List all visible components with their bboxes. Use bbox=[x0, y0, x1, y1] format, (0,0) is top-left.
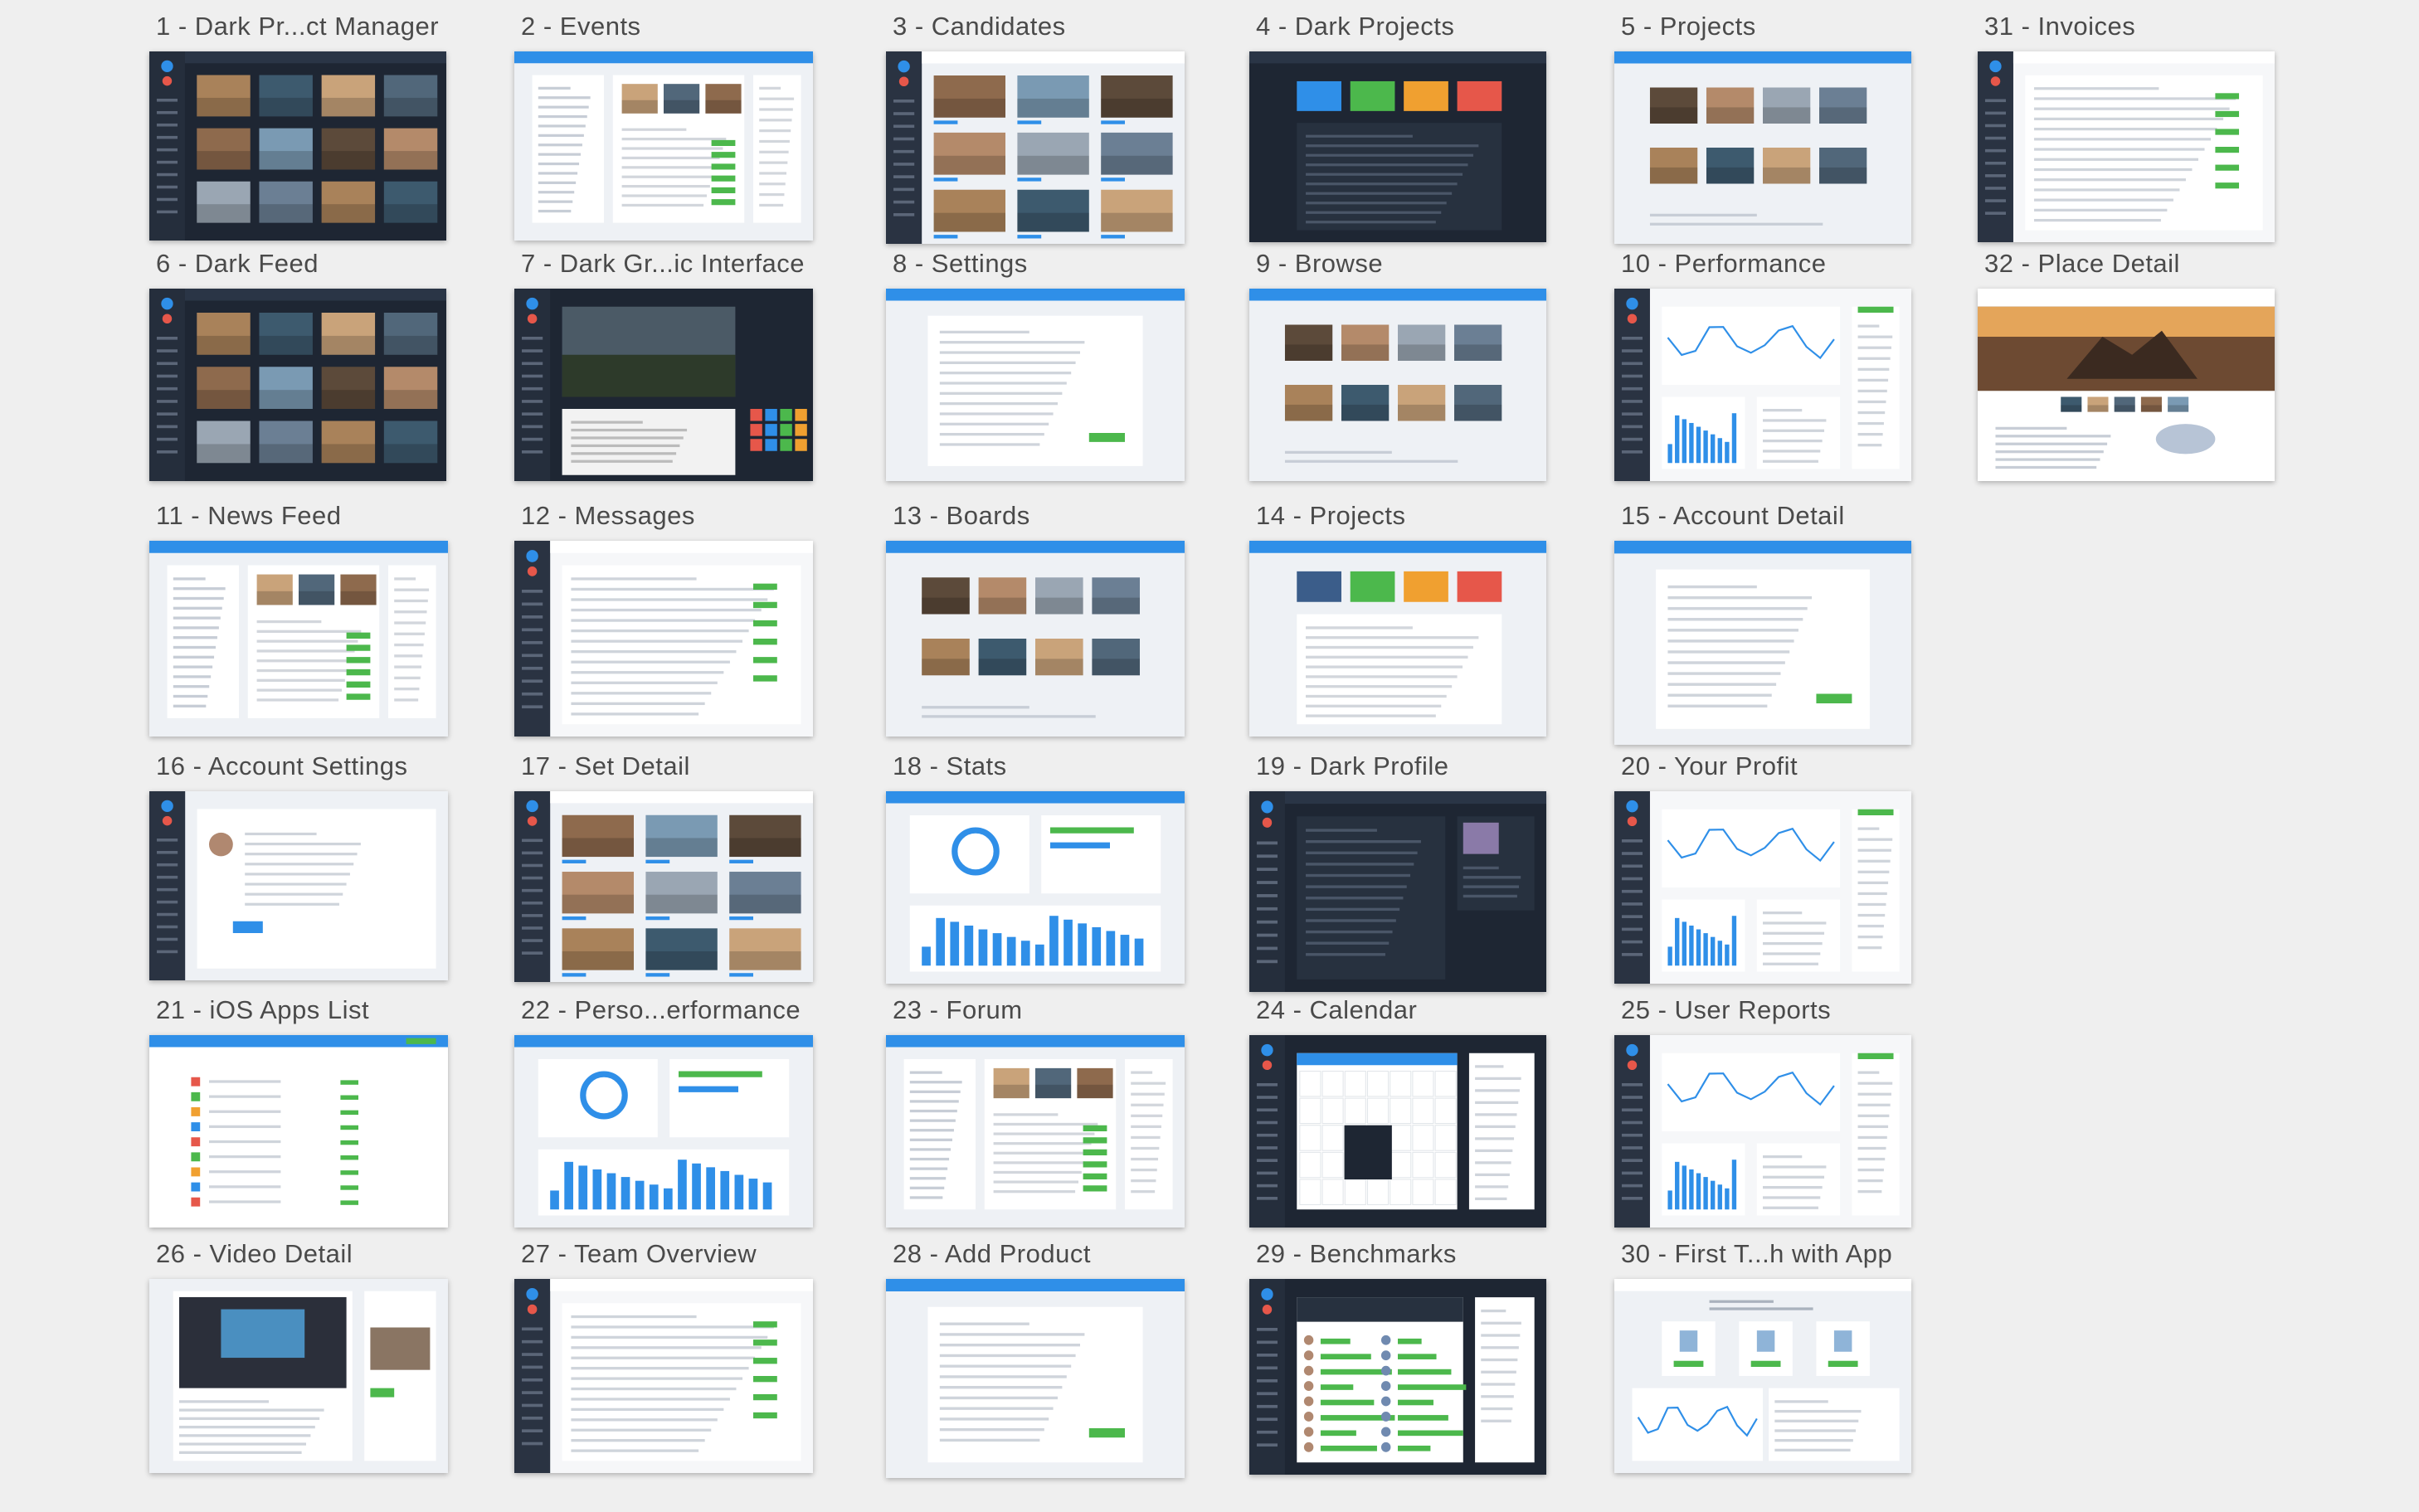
artboard-thumbnail[interactable] bbox=[514, 541, 813, 737]
artboard-thumbnail[interactable] bbox=[1614, 791, 1911, 984]
thumbnail-art bbox=[514, 51, 813, 241]
artboard-thumbnail[interactable] bbox=[1978, 289, 2275, 481]
thumbnail-art bbox=[1249, 51, 1546, 242]
artboard-thumbnail[interactable] bbox=[886, 541, 1185, 737]
thumbnail-art bbox=[1978, 289, 2275, 481]
artboard-title[interactable]: 30 - First T...h with App bbox=[1621, 1236, 1892, 1272]
thumbnail-art bbox=[149, 51, 446, 241]
thumbnail-art bbox=[514, 541, 813, 737]
artboard-title[interactable]: 25 - User Reports bbox=[1621, 992, 1831, 1028]
artboard-thumbnail[interactable] bbox=[1249, 51, 1546, 242]
artboard-thumbnail[interactable] bbox=[514, 1035, 813, 1228]
artboard-title[interactable]: 27 - Team Overview bbox=[521, 1236, 757, 1272]
thumbnail-art bbox=[149, 791, 448, 980]
artboard-title[interactable]: 26 - Video Detail bbox=[156, 1236, 353, 1272]
artboard-thumbnail[interactable] bbox=[886, 791, 1185, 984]
artboard-title[interactable]: 24 - Calendar bbox=[1256, 992, 1417, 1028]
artboard-thumbnail[interactable] bbox=[149, 51, 446, 241]
artboard-thumbnail[interactable] bbox=[1249, 1279, 1546, 1475]
artboard-title[interactable]: 8 - Settings bbox=[893, 246, 1028, 282]
thumbnail-art bbox=[1614, 51, 1911, 244]
thumbnail-art bbox=[1614, 1035, 1911, 1228]
thumbnail-art bbox=[886, 1035, 1185, 1228]
artboard-thumbnail[interactable] bbox=[1249, 791, 1546, 992]
artboard-title[interactable]: 1 - Dark Pr...ct Manager bbox=[156, 8, 439, 45]
artboard-title[interactable]: 29 - Benchmarks bbox=[1256, 1236, 1457, 1272]
thumbnail-art bbox=[1614, 1279, 1911, 1473]
artboard-thumbnail[interactable] bbox=[1614, 289, 1911, 481]
artboard-thumbnail[interactable] bbox=[149, 791, 448, 980]
artboard-thumbnail[interactable] bbox=[149, 1279, 448, 1473]
artboard-title[interactable]: 13 - Boards bbox=[893, 498, 1030, 534]
thumbnail-art bbox=[1249, 541, 1546, 737]
artboard-title[interactable]: 32 - Place Detail bbox=[1984, 246, 2180, 282]
artboard-title[interactable]: 4 - Dark Projects bbox=[1256, 8, 1454, 45]
artboard-title[interactable]: 22 - Perso...erformance bbox=[521, 992, 801, 1028]
artboard-title[interactable]: 20 - Your Profit bbox=[1621, 748, 1798, 785]
artboard-thumbnail[interactable] bbox=[149, 541, 448, 737]
thumbnail-art bbox=[1249, 1035, 1546, 1228]
artboard-title[interactable]: 28 - Add Product bbox=[893, 1236, 1091, 1272]
artboard-title[interactable]: 9 - Browse bbox=[1256, 246, 1383, 282]
thumbnail-art bbox=[149, 1279, 448, 1473]
artboard-thumbnail[interactable] bbox=[514, 51, 813, 241]
thumbnail-art bbox=[886, 289, 1185, 481]
artboard-thumbnail[interactable] bbox=[1249, 541, 1546, 737]
artboard-thumbnail[interactable] bbox=[514, 1279, 813, 1473]
thumbnail-art bbox=[514, 1035, 813, 1228]
thumbnail-art bbox=[1614, 289, 1911, 481]
artboard-title[interactable]: 23 - Forum bbox=[893, 992, 1023, 1028]
artboard-thumbnail[interactable] bbox=[886, 289, 1185, 481]
artboard-thumbnail[interactable] bbox=[1978, 51, 2275, 242]
artboard-thumbnail[interactable] bbox=[149, 1035, 448, 1228]
artboard-thumbnail[interactable] bbox=[1249, 289, 1546, 481]
thumbnail-art bbox=[886, 1279, 1185, 1478]
artboard-title[interactable]: 11 - News Feed bbox=[156, 498, 342, 534]
thumbnail-art bbox=[514, 289, 813, 481]
artboard-title[interactable]: 17 - Set Detail bbox=[521, 748, 690, 785]
artboard-thumbnail[interactable] bbox=[886, 1035, 1185, 1228]
artboard-thumbnail[interactable] bbox=[1614, 541, 1911, 745]
thumbnail-art bbox=[1249, 1279, 1546, 1475]
artboard-title[interactable]: 12 - Messages bbox=[521, 498, 695, 534]
artboard-title[interactable]: 19 - Dark Profile bbox=[1256, 748, 1448, 785]
artboard-title[interactable]: 18 - Stats bbox=[893, 748, 1007, 785]
thumbnail-art bbox=[149, 1035, 448, 1228]
artboard-thumbnail[interactable] bbox=[514, 289, 813, 481]
thumbnail-art bbox=[514, 1279, 813, 1473]
artboard-title[interactable]: 14 - Projects bbox=[1256, 498, 1406, 534]
artboard-title[interactable]: 7 - Dark Gr...ic Interface bbox=[521, 246, 805, 282]
thumbnail-art bbox=[1614, 541, 1911, 745]
artboard-title[interactable]: 10 - Performance bbox=[1621, 246, 1827, 282]
thumbnail-art bbox=[1614, 791, 1911, 984]
thumbnail-art bbox=[1978, 51, 2275, 242]
artboard-thumbnail[interactable] bbox=[886, 51, 1185, 244]
artboard-thumbnail[interactable] bbox=[1249, 1035, 1546, 1228]
thumbnail-art bbox=[886, 51, 1185, 244]
artboard-thumbnail[interactable] bbox=[149, 289, 446, 481]
artboard-title[interactable]: 16 - Account Settings bbox=[156, 748, 407, 785]
artboard-title[interactable]: 6 - Dark Feed bbox=[156, 246, 319, 282]
artboard-thumbnail[interactable] bbox=[1614, 1279, 1911, 1473]
artboard-title[interactable]: 31 - Invoices bbox=[1984, 8, 2135, 45]
artboard-title[interactable]: 5 - Projects bbox=[1621, 8, 1756, 45]
artboard-thumbnail[interactable] bbox=[886, 1279, 1185, 1478]
artboard-thumbnail[interactable] bbox=[514, 791, 813, 982]
artboard-title[interactable]: 2 - Events bbox=[521, 8, 641, 45]
thumbnail-art bbox=[1249, 289, 1546, 481]
thumbnail-art bbox=[886, 541, 1185, 737]
thumbnail-art bbox=[886, 791, 1185, 984]
artboard-title[interactable]: 3 - Candidates bbox=[893, 8, 1066, 45]
thumbnail-art bbox=[514, 791, 813, 982]
thumbnail-art bbox=[149, 289, 446, 481]
thumbnail-art bbox=[149, 541, 448, 737]
artboard-thumbnail[interactable] bbox=[1614, 51, 1911, 244]
artboard-title[interactable]: 21 - iOS Apps List bbox=[156, 992, 369, 1028]
artboard-thumbnail[interactable] bbox=[1614, 1035, 1911, 1228]
thumbnail-art bbox=[1249, 791, 1546, 992]
artboard-title[interactable]: 15 - Account Detail bbox=[1621, 498, 1845, 534]
